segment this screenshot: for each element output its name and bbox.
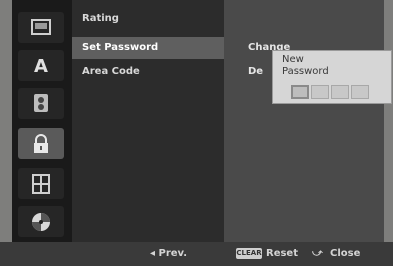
category-video[interactable]: [18, 168, 64, 199]
svg-text:A: A: [34, 56, 48, 75]
dialog-title: New Password: [282, 54, 329, 77]
reset-hint[interactable]: Reset: [266, 246, 298, 262]
menu-item-rating[interactable]: Rating: [72, 8, 224, 30]
category-language[interactable]: A: [18, 50, 64, 81]
footer-bar: ◂ Prev. CLEAR Reset ⤻ Close: [0, 242, 393, 266]
language-icon: A: [34, 56, 48, 75]
category-lock[interactable]: [18, 128, 64, 159]
clear-button-icon: CLEAR: [236, 248, 262, 259]
password-digit-2[interactable]: [311, 85, 329, 99]
disc-icon: [32, 213, 50, 231]
category-disc-tray[interactable]: [18, 12, 64, 43]
password-digit-4[interactable]: [351, 85, 369, 99]
film-icon: [32, 174, 50, 194]
menu-list: Rating Set Password Area Code: [72, 0, 224, 242]
password-digit-3[interactable]: [331, 85, 349, 99]
disc-tray-icon: [31, 19, 51, 35]
menu-item-set-password[interactable]: Set Password: [72, 37, 224, 59]
menu-item-area-code[interactable]: Area Code: [72, 61, 224, 83]
category-audio[interactable]: [18, 88, 64, 119]
settings-screen: A Rating Set Password Area Code Change D…: [0, 0, 393, 266]
audio-icon: [34, 94, 48, 112]
category-icon-bar: A: [12, 0, 72, 242]
close-hint[interactable]: Close: [330, 246, 360, 262]
submenu-panel: Change De: [224, 0, 384, 242]
new-password-dialog: New Password: [272, 50, 392, 104]
category-disc[interactable]: [18, 206, 64, 237]
prev-hint[interactable]: ◂ Prev.: [150, 246, 187, 262]
password-digit-1[interactable]: [291, 85, 309, 99]
close-icon: ⤻: [312, 248, 323, 259]
lock-icon: [34, 134, 48, 153]
submenu-option-delete[interactable]: De: [248, 66, 263, 77]
